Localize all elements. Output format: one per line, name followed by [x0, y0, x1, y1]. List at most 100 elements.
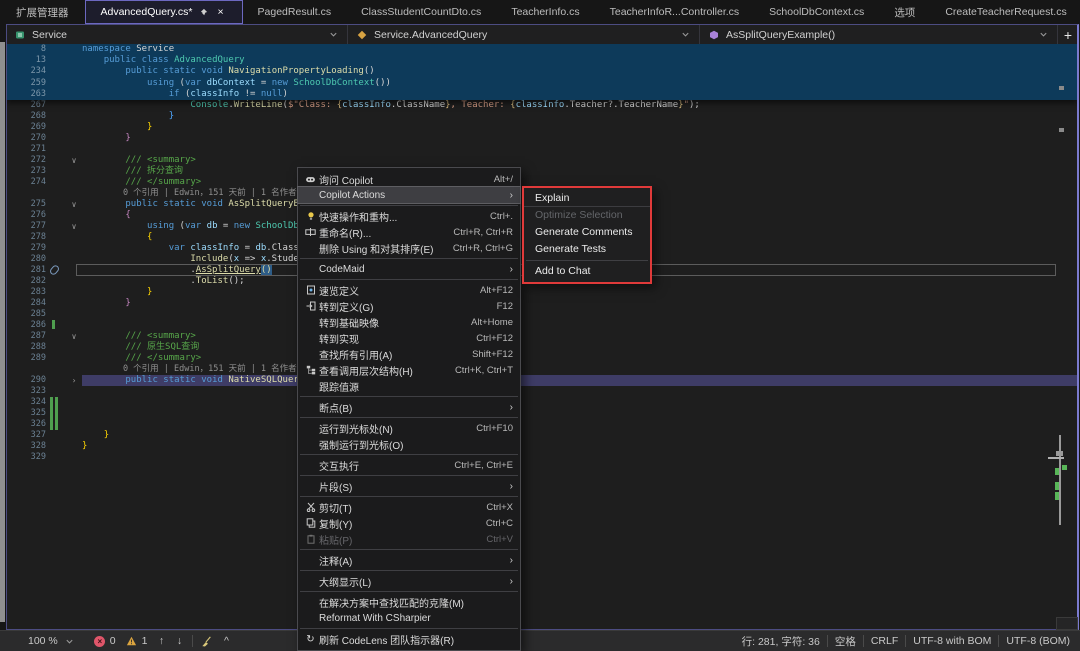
gutter-margin[interactable] [48, 221, 66, 232]
submenu-item[interactable]: Explain [524, 190, 650, 207]
document-tab[interactable]: TeacherInfoR...Controller.cs [595, 0, 755, 24]
fold-down-icon[interactable]: ∨ [66, 199, 82, 210]
code-line[interactable]: 267 Console.WriteLine($"Class: {classInf… [6, 100, 1078, 111]
caret-up-icon[interactable]: ^ [220, 635, 232, 647]
error-count[interactable]: 0 [110, 635, 116, 647]
gutter-margin[interactable] [48, 78, 66, 89]
code-line[interactable]: 287∨ /// <summary> [6, 331, 1078, 342]
status-segment[interactable]: 行: 281, 字符: 36 [742, 634, 820, 649]
menu-item[interactable]: 询问 CopilotAlt+/ [298, 171, 520, 187]
code-line[interactable]: 234 public static void NavigationPropert… [6, 66, 1078, 77]
gutter-margin[interactable] [48, 276, 66, 287]
gutter-margin[interactable] [48, 441, 66, 452]
code-line[interactable]: 263 if (classInfo != null) [6, 89, 1078, 100]
scrollbar-thumb[interactable] [1048, 457, 1064, 459]
menu-item[interactable]: 断点(B)› [298, 399, 520, 415]
gutter-margin[interactable] [48, 353, 66, 364]
submenu-item[interactable]: Generate Tests [524, 241, 650, 258]
code-line[interactable]: 290› public static void NativeSQLQuery() [6, 375, 1078, 386]
menu-item[interactable]: 查找所有引用(A)Shift+F12 [298, 346, 520, 362]
code-line[interactable]: 324 [6, 397, 1078, 408]
gutter-margin[interactable] [48, 408, 66, 419]
code-line[interactable]: 325 [6, 408, 1078, 419]
menu-item[interactable]: CodeMaid› [298, 261, 520, 277]
menu-item[interactable]: 转到基础映像Alt+Home [298, 314, 520, 330]
menu-item[interactable]: 删除 Using 和对其排序(E)Ctrl+R, Ctrl+G [298, 240, 520, 256]
menu-item[interactable]: 注释(A)› [298, 552, 520, 568]
gutter-margin[interactable] [48, 320, 66, 331]
submenu-item[interactable]: Optimize Selection [524, 207, 650, 224]
document-tab[interactable]: CreateTeacherRequest.cs [930, 0, 1080, 24]
menu-item[interactable]: 转到定义(G)F12 [298, 298, 520, 314]
gutter-margin[interactable] [48, 452, 66, 463]
code-line[interactable]: 285 [6, 309, 1078, 320]
gutter-margin[interactable] [48, 144, 66, 155]
scrollbar-mark[interactable] [1059, 86, 1064, 90]
gutter-margin[interactable] [48, 133, 66, 144]
gutter-margin[interactable] [48, 44, 66, 55]
code-line[interactable]: 284 } [6, 298, 1078, 309]
menu-item[interactable]: 复制(Y)Ctrl+C [298, 515, 520, 531]
gutter-margin[interactable] [48, 199, 66, 210]
broom-icon[interactable] [200, 635, 212, 647]
code-line[interactable]: 329 [6, 452, 1078, 463]
gutter-margin[interactable] [48, 66, 66, 77]
menu-item[interactable]: 在解决方案中查找匹配的克隆(M) [298, 594, 520, 610]
scrollbar-mark[interactable] [1056, 451, 1063, 456]
code-line[interactable]: 328} [6, 441, 1078, 452]
gutter-margin[interactable] [48, 287, 66, 298]
menu-item[interactable]: Reformat With CSharpier [298, 610, 520, 626]
breadcrumb-dropdown[interactable]: AsSplitQueryExample() [700, 25, 1058, 44]
chevron-down-icon[interactable] [327, 29, 339, 41]
code-line[interactable]: 273 /// 拆分查询 [6, 166, 1078, 177]
code-line[interactable]: 327 } [6, 430, 1078, 441]
menu-item[interactable]: 粘贴(P)Ctrl+V [298, 531, 520, 547]
menu-item[interactable]: 查看调用层次结构(H)Ctrl+K, Ctrl+T [298, 362, 520, 378]
gutter-margin[interactable] [48, 375, 66, 386]
gutter-margin[interactable] [48, 342, 66, 353]
fold-down-icon[interactable]: ∨ [66, 155, 82, 166]
scrollbar-mark[interactable] [1059, 128, 1064, 132]
fold-right-icon[interactable]: › [66, 375, 82, 386]
gutter-margin[interactable] [48, 331, 66, 342]
menu-item[interactable]: 转到实现Ctrl+F12 [298, 330, 520, 346]
submenu-item[interactable]: Add to Chat [524, 263, 650, 280]
document-tab[interactable]: PagedResult.cs [243, 0, 347, 24]
arrow-down-icon[interactable]: ↓ [173, 635, 185, 647]
gutter-margin[interactable] [48, 89, 66, 100]
tool-window-splitter[interactable] [0, 42, 5, 622]
gutter-margin[interactable] [48, 155, 66, 166]
tool-window-tab-extension-manager[interactable]: 扩展管理器 [0, 0, 85, 24]
menu-item[interactable]: 跟踪值源 [298, 378, 520, 394]
code-line[interactable]: 259 using (var dbContext = new SchoolDbC… [6, 78, 1078, 89]
gutter-margin[interactable] [48, 430, 66, 441]
code-line[interactable]: 286 [6, 320, 1078, 331]
code-line[interactable]: 288 /// 原生SQL查询 [6, 342, 1078, 353]
menu-item[interactable]: ↻刷新 CodeLens 团队指示器(R) [298, 631, 520, 647]
document-tab[interactable]: SchoolDbContext.cs [754, 0, 879, 24]
code-line[interactable]: 270 } [6, 133, 1078, 144]
add-button[interactable]: + [1058, 25, 1078, 44]
fold-down-icon[interactable]: ∨ [66, 331, 82, 342]
code-line[interactable]: 283 } [6, 287, 1078, 298]
menu-item[interactable]: Copilot Actions› [298, 187, 520, 203]
submenu-item[interactable]: Generate Comments [524, 224, 650, 241]
chevron-down-icon[interactable] [1037, 29, 1049, 41]
gutter-margin[interactable] [48, 364, 66, 375]
document-tab[interactable]: AdvancedQuery.cs*× [85, 0, 243, 24]
code-line[interactable]: 271 [6, 144, 1078, 155]
gutter-margin[interactable] [48, 210, 66, 221]
code-line[interactable]: 0 个引用 | Edwin，151 天前 | 1 名作者， [6, 364, 1078, 375]
gutter-margin[interactable] [48, 177, 66, 188]
code-line[interactable]: 323 [6, 386, 1078, 397]
code-line[interactable]: 269 } [6, 122, 1078, 133]
code-line[interactable]: 268 } [6, 111, 1078, 122]
zoom-level[interactable]: 100 % [28, 635, 58, 647]
warning-count[interactable]: 1 [142, 635, 148, 647]
menu-item[interactable]: 速览定义Alt+F12 [298, 282, 520, 298]
gutter-margin[interactable] [48, 55, 66, 66]
code-line[interactable]: 8namespace Service [6, 44, 1078, 55]
menu-item[interactable]: 强制运行到光标(O) [298, 436, 520, 452]
menu-item[interactable]: 交互执行Ctrl+E, Ctrl+E [298, 457, 520, 473]
gutter-margin[interactable] [48, 265, 66, 276]
